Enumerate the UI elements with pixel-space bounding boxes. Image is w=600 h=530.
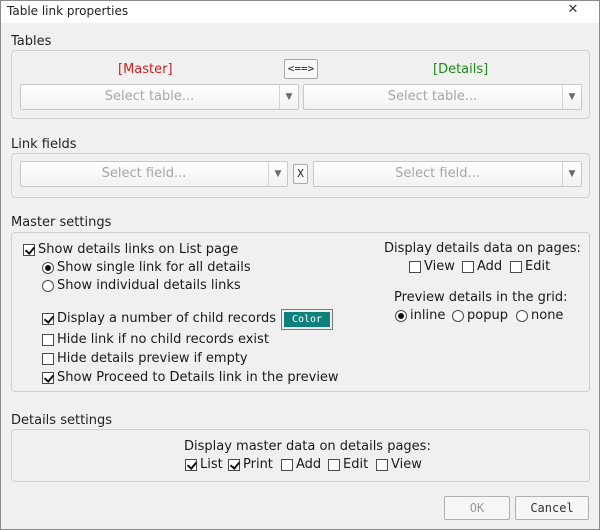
details-page-edit-checkbox[interactable]: Edit <box>510 259 550 274</box>
hide-preview-checkbox[interactable]: Hide details preview if empty <box>42 351 248 366</box>
preview-inline-label: inline <box>410 308 446 323</box>
ok-button[interactable]: OK <box>444 496 510 520</box>
display-child-count-checkbox[interactable]: Display a number of child records <box>42 311 276 326</box>
master-page-view-label: View <box>391 457 422 472</box>
preview-popup-radio[interactable]: popup <box>452 308 508 323</box>
tables-section-label: Tables <box>11 34 52 49</box>
master-page-view-checkbox[interactable]: View <box>376 457 422 472</box>
details-page-add-checkbox[interactable]: Add <box>462 259 502 274</box>
master-table-placeholder: Select table... <box>104 89 195 104</box>
master-table-select[interactable]: Select table... ▼ <box>20 84 299 110</box>
preview-none-label: none <box>531 308 564 323</box>
details-table-select[interactable]: Select table... ▼ <box>303 84 582 110</box>
checkbox-box[interactable] <box>185 458 197 471</box>
show-details-links-checkbox[interactable]: Show details links on List page <box>23 242 238 257</box>
master-page-edit-label: Edit <box>343 457 369 472</box>
details-page-add-label: Add <box>477 259 503 274</box>
details-table-placeholder: Select table... <box>387 89 478 104</box>
master-page-print-label: Print <box>243 457 273 472</box>
show-details-links-label: Show details links on List page <box>38 242 239 257</box>
color-button[interactable]: Color <box>281 309 333 330</box>
title-bar: Table link properties ✕ <box>1 1 599 23</box>
dialog-window: Table link properties ✕ Tables [Master] … <box>0 0 600 530</box>
preview-none-radio[interactable]: none <box>516 308 563 323</box>
details-settings-section-label: Details settings <box>11 413 113 428</box>
details-label: [Details] <box>433 62 489 77</box>
checkbox-box[interactable] <box>23 243 35 256</box>
radio-button[interactable] <box>452 309 464 322</box>
master-settings-section-label: Master settings <box>11 215 112 230</box>
checkbox-box[interactable] <box>281 458 293 471</box>
radio-button[interactable] <box>42 279 54 292</box>
window-title: Table link properties <box>7 4 129 18</box>
remove-link-field-button[interactable]: X <box>293 164 308 184</box>
display-child-count-label: Display a number of child records <box>57 311 276 326</box>
link-fields-section-label: Link fields <box>11 137 77 152</box>
master-page-print-checkbox[interactable]: Print <box>228 457 273 472</box>
radio-button[interactable] <box>42 261 54 274</box>
color-swatch: Color <box>284 312 330 327</box>
checkbox-box[interactable] <box>376 458 388 471</box>
hide-link-label: Hide link if no child records exist <box>57 332 269 347</box>
details-field-placeholder: Select field... <box>395 166 480 181</box>
checkbox-box[interactable] <box>409 260 421 273</box>
chevron-down-icon[interactable]: ▼ <box>562 162 581 186</box>
chevron-down-icon[interactable]: ▼ <box>562 85 581 109</box>
master-page-add-label: Add <box>296 457 322 472</box>
single-link-label: Show single link for all details <box>57 260 251 275</box>
details-page-view-label: View <box>424 259 455 274</box>
radio-button[interactable] <box>516 309 528 322</box>
chevron-down-icon[interactable]: ▼ <box>279 85 298 109</box>
chevron-down-icon[interactable]: ▼ <box>268 162 287 186</box>
display-details-title: Display details data on pages: <box>384 241 581 256</box>
master-page-add-checkbox[interactable]: Add <box>281 457 321 472</box>
checkbox-box[interactable] <box>42 371 54 384</box>
master-label: [Master] <box>118 62 173 77</box>
show-proceed-checkbox[interactable]: Show Proceed to Details link in the prev… <box>42 370 339 385</box>
radio-button[interactable] <box>395 309 407 322</box>
master-page-list-checkbox[interactable]: List <box>185 457 223 472</box>
single-link-radio[interactable]: Show single link for all details <box>42 260 251 275</box>
details-page-edit-label: Edit <box>525 259 551 274</box>
checkbox-box[interactable] <box>42 333 54 346</box>
individual-links-radio[interactable]: Show individual details links <box>42 278 241 293</box>
master-field-select[interactable]: Select field... ▼ <box>20 161 288 187</box>
details-field-select[interactable]: Select field... ▼ <box>313 161 582 187</box>
details-settings-group <box>11 429 590 482</box>
checkbox-box[interactable] <box>462 260 474 273</box>
master-page-list-label: List <box>200 457 223 472</box>
details-page-view-checkbox[interactable]: View <box>409 259 455 274</box>
checkbox-box[interactable] <box>328 458 340 471</box>
show-proceed-label: Show Proceed to Details link in the prev… <box>57 370 339 385</box>
checkbox-box[interactable] <box>42 352 54 365</box>
hide-link-checkbox[interactable]: Hide link if no child records exist <box>42 332 269 347</box>
cancel-button[interactable]: Cancel <box>515 496 589 520</box>
checkbox-box[interactable] <box>510 260 522 273</box>
master-page-edit-checkbox[interactable]: Edit <box>328 457 368 472</box>
individual-links-label: Show individual details links <box>57 278 241 293</box>
display-master-title: Display master data on details pages: <box>184 439 431 454</box>
preview-popup-label: popup <box>467 308 508 323</box>
close-icon[interactable]: ✕ <box>553 1 593 21</box>
master-field-placeholder: Select field... <box>101 166 187 181</box>
swap-tables-button[interactable]: <==> <box>284 59 318 79</box>
preview-title: Preview details in the grid: <box>394 290 568 305</box>
checkbox-box[interactable] <box>228 458 240 471</box>
checkbox-box[interactable] <box>42 312 54 325</box>
hide-preview-label: Hide details preview if empty <box>57 351 248 366</box>
preview-inline-radio[interactable]: inline <box>395 308 445 323</box>
